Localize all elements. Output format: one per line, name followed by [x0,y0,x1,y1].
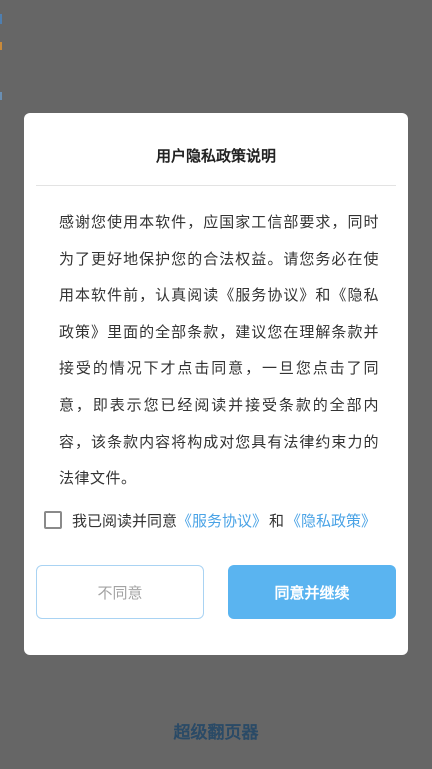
and-text: 和 [269,511,285,530]
privacy-policy-dialog: 用户隐私政策说明 感谢您使用本软件，应国家工信部要求，同时为了更好地保护您的合法… [24,113,408,655]
agree-continue-button[interactable]: 同意并继续 [228,565,396,619]
agree-checkbox-label: 我已阅读并同意 [72,511,178,530]
app-name: 超级翻页器 [173,723,259,743]
service-agreement-link[interactable]: 《服务协议》 [177,510,267,531]
screen: 用户隐私政策说明 感谢您使用本软件，应国家工信部要求，同时为了更好地保护您的合法… [0,0,432,769]
disagree-button[interactable]: 不同意 [36,565,204,619]
dialog-title: 用户隐私政策说明 [155,147,276,165]
privacy-policy-link[interactable]: 《隐私政策》 [286,510,376,531]
title-divider [36,185,396,186]
background-edge-mark [0,14,2,24]
dialog-body-text: 感谢您使用本软件，应国家工信部要求，同时为了更好地保护您的合法权益。请您务必在使… [59,213,379,488]
agree-checkbox-row[interactable]: 我已阅读并同意 《服务协议》 和 《隐私政策》 [44,508,394,532]
background-edge-mark [0,42,2,50]
agree-checkbox[interactable] [44,511,62,529]
background-edge-mark [0,92,2,100]
